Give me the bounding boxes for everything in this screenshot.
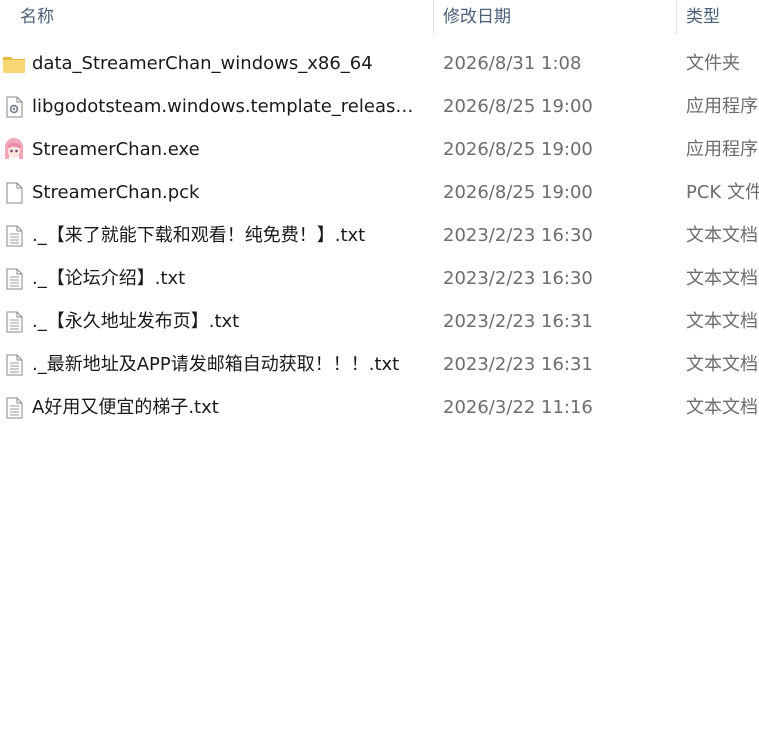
file-name: data_StreamerChan_windows_x86_64 [32, 53, 373, 74]
file-row[interactable]: ._【永久地址发布页】.txt 2023/2/23 16:31 文本文档 [0, 300, 759, 343]
file-row[interactable]: data_StreamerChan_windows_x86_64 2026/8/… [0, 42, 759, 85]
column-header-name[interactable]: 名称 [20, 0, 54, 34]
file-icon [2, 182, 26, 204]
exe-icon [2, 138, 26, 161]
file-type: 文本文档 [686, 311, 758, 332]
file-type: 文件夹 [686, 53, 740, 74]
file-date: 2026/8/25 19:00 [443, 139, 593, 160]
dll-icon [2, 96, 26, 118]
file-type: 文本文档 [686, 354, 758, 375]
column-header-date[interactable]: 修改日期 [443, 0, 511, 34]
file-name: libgodotsteam.windows.template_release.x… [32, 96, 416, 117]
file-date: 2026/8/25 19:00 [443, 96, 593, 117]
file-name: StreamerChan.exe [32, 139, 200, 160]
file-row[interactable]: libgodotsteam.windows.template_release.x… [0, 85, 759, 128]
file-row[interactable]: A好用又便宜的梯子.txt 2026/3/22 11:16 文本文档 [0, 386, 759, 429]
file-type: 文本文档 [686, 397, 758, 418]
file-name: ._最新地址及APP请发邮箱自动获取！！！.txt [32, 354, 400, 375]
column-header-type[interactable]: 类型 [686, 0, 720, 34]
text-file-icon [2, 311, 26, 333]
file-type: 文本文档 [686, 225, 758, 246]
column-divider[interactable] [433, 0, 434, 34]
file-row[interactable]: ._【来了就能下载和观看！纯免费！】.txt 2023/2/23 16:30 文… [0, 214, 759, 257]
file-row[interactable]: ._【论坛介绍】.txt 2023/2/23 16:30 文本文档 [0, 257, 759, 300]
file-row[interactable]: StreamerChan.exe 2026/8/25 19:00 应用程序 [0, 128, 759, 171]
file-name: StreamerChan.pck [32, 182, 200, 203]
text-file-icon [2, 268, 26, 290]
file-date: 2023/2/23 16:30 [443, 268, 593, 289]
file-date: 2023/2/23 16:30 [443, 225, 593, 246]
file-name: ._【来了就能下载和观看！纯免费！】.txt [32, 225, 366, 246]
column-header: ^ 名称 修改日期 类型 [0, 0, 759, 34]
column-divider[interactable] [676, 0, 677, 34]
file-type: 文本文档 [686, 268, 758, 289]
text-file-icon [2, 397, 26, 419]
folder-icon [2, 53, 26, 75]
file-row[interactable]: StreamerChan.pck 2026/8/25 19:00 PCK 文件 [0, 171, 759, 214]
file-type: PCK 文件 [686, 182, 759, 203]
file-name: ._【论坛介绍】.txt [32, 268, 186, 289]
file-row[interactable]: ._最新地址及APP请发邮箱自动获取！！！.txt 2023/2/23 16:3… [0, 343, 759, 386]
file-date: 2026/8/31 1:08 [443, 53, 582, 74]
file-type: 应用程序扩展 [686, 96, 759, 117]
file-list: data_StreamerChan_windows_x86_64 2026/8/… [0, 42, 759, 429]
file-name: ._【永久地址发布页】.txt [32, 311, 240, 332]
file-type: 应用程序 [686, 139, 758, 160]
file-date: 2026/8/25 19:00 [443, 182, 593, 203]
text-file-icon [2, 354, 26, 376]
file-date: 2026/3/22 11:16 [443, 397, 593, 418]
file-date: 2023/2/23 16:31 [443, 354, 593, 375]
file-date: 2023/2/23 16:31 [443, 311, 593, 332]
text-file-icon [2, 225, 26, 247]
sort-indicator-icon: ^ [216, 0, 226, 5]
file-name: A好用又便宜的梯子.txt [32, 397, 219, 418]
